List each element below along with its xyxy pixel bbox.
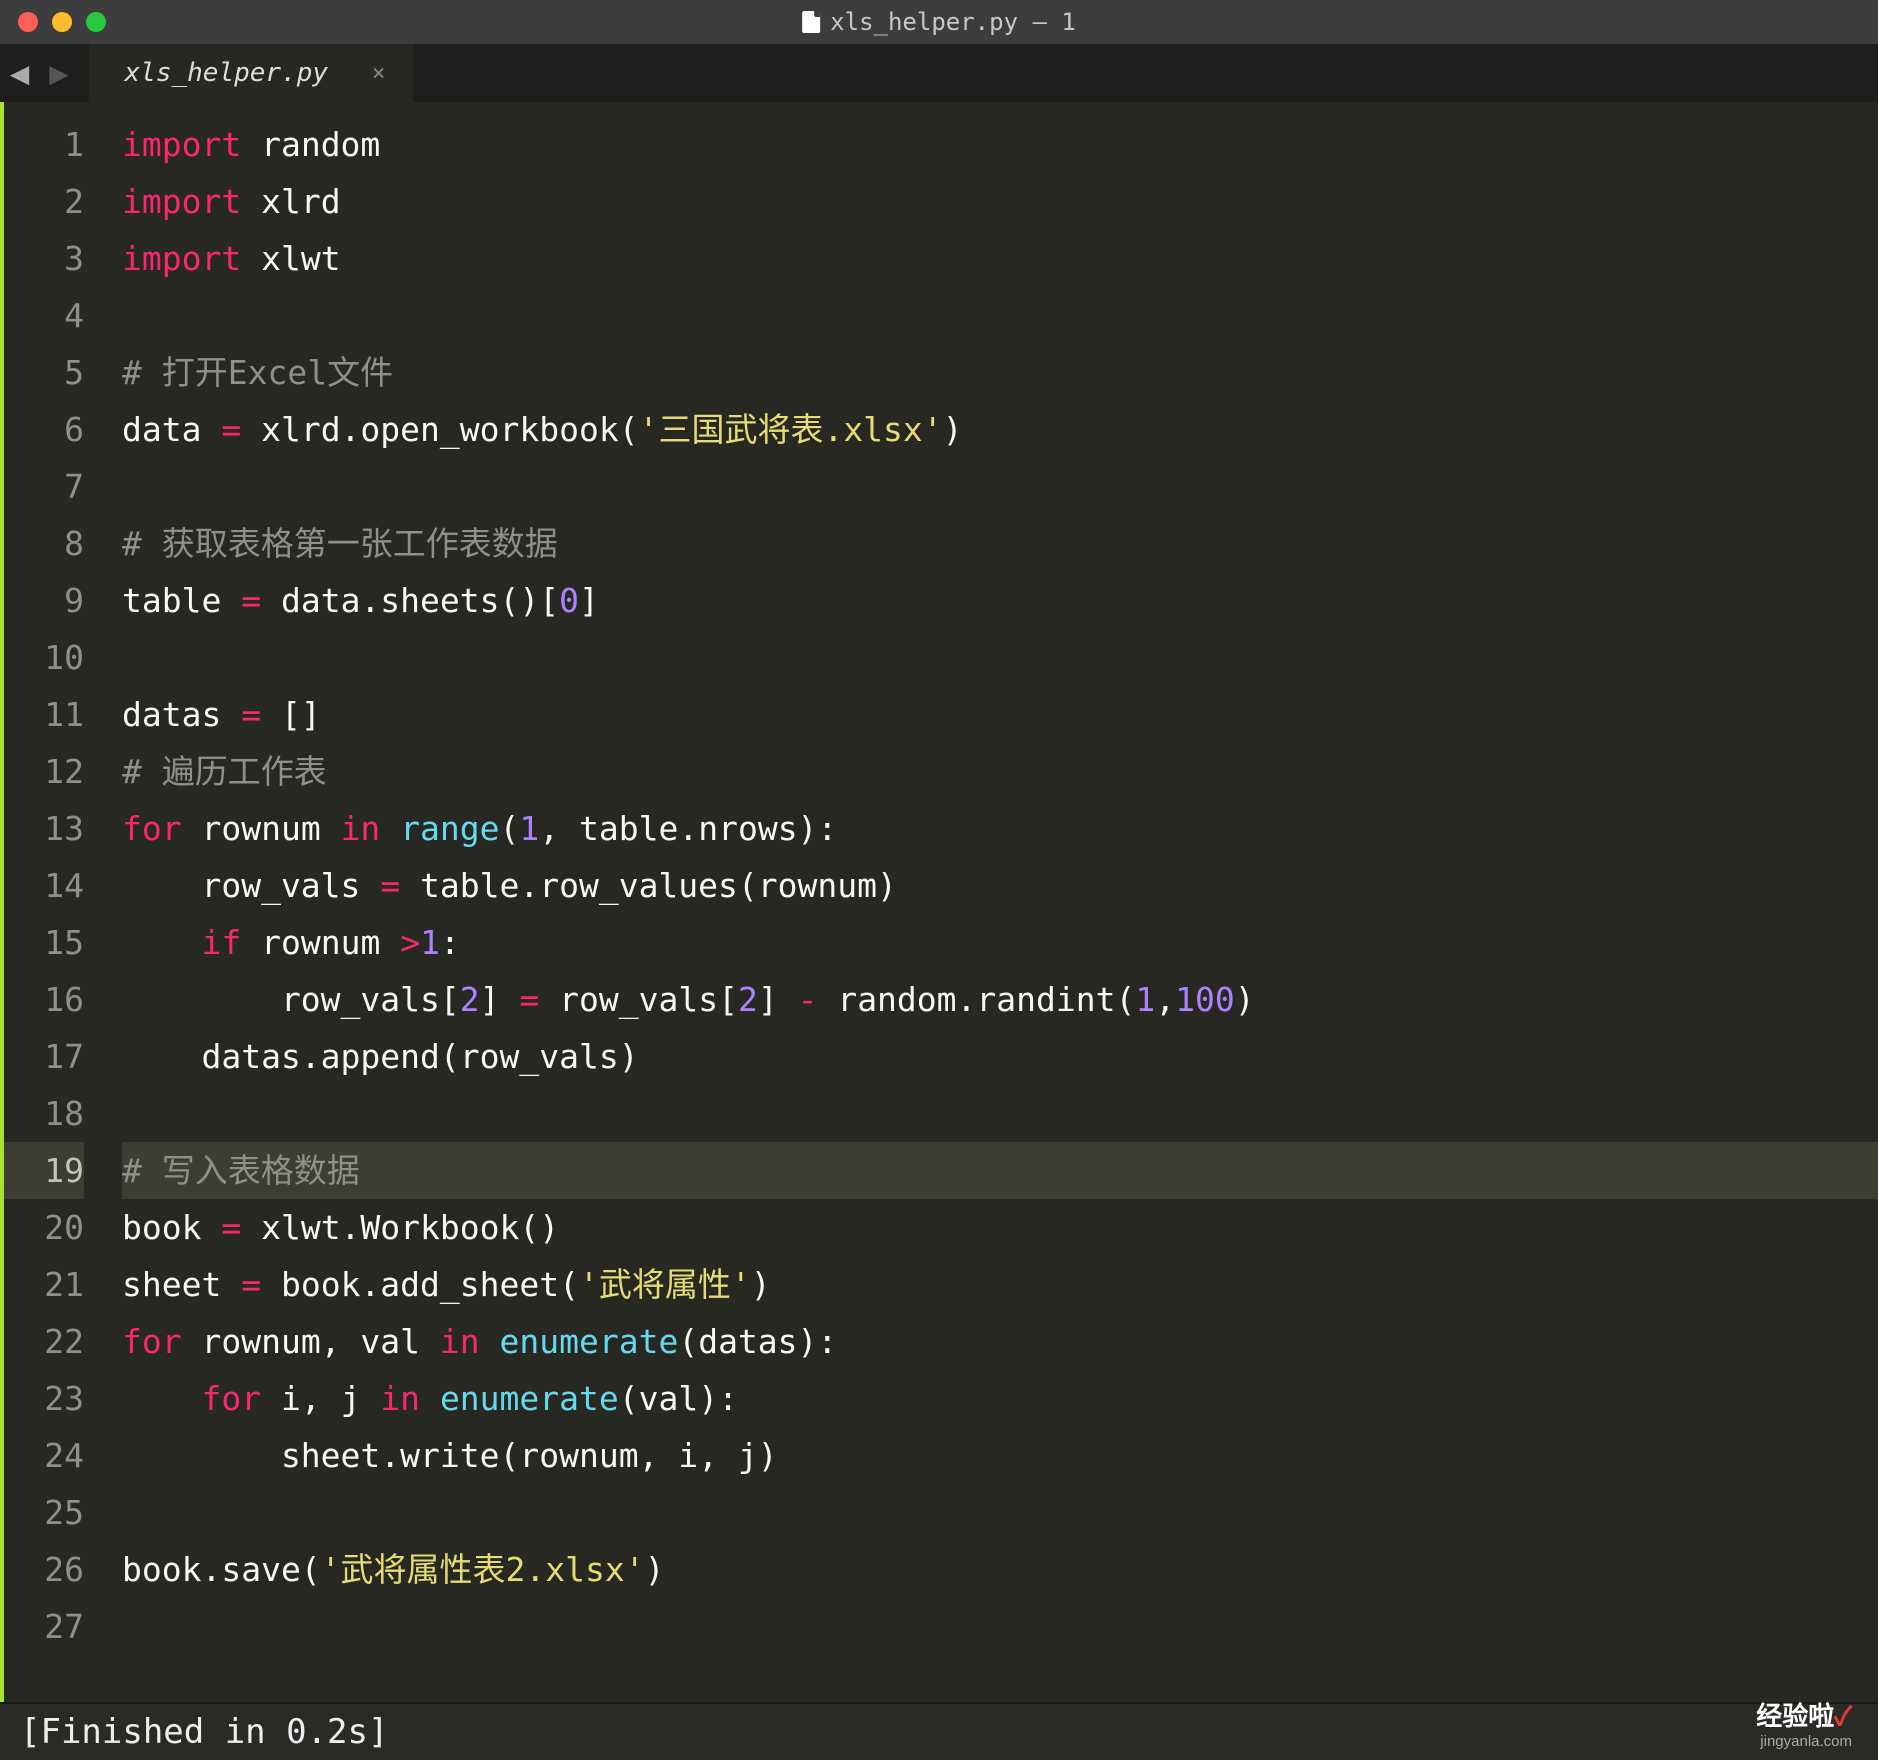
minimize-window-button[interactable] — [52, 12, 72, 32]
tab-bar: ◀ ▶ xls_helper.py × — [0, 44, 1878, 102]
close-window-button[interactable] — [18, 12, 38, 32]
watermark: 经验啦✓ jingyanla.com — [1756, 1696, 1852, 1750]
watermark-check-icon: ✓ — [1834, 1701, 1852, 1731]
traffic-lights — [0, 12, 106, 32]
watermark-url: jingyanla.com — [1756, 1733, 1852, 1750]
watermark-cn: 经验啦 — [1756, 1701, 1834, 1731]
title-bar: xls_helper.py — 1 — [0, 0, 1878, 44]
fullscreen-window-button[interactable] — [86, 12, 106, 32]
tab-file-label: xls_helper.py — [125, 58, 329, 88]
window-title-text: xls_helper.py — 1 — [830, 8, 1076, 36]
line-number-gutter: 1234567891011121314151617181920212223242… — [0, 102, 104, 1702]
tab-file[interactable]: xls_helper.py × — [89, 44, 414, 102]
watermark-logo: 经验啦✓ — [1756, 1696, 1852, 1733]
build-output-panel: [Finished in 0.2s] — [0, 1702, 1878, 1760]
code-editor[interactable]: 1234567891011121314151617181920212223242… — [0, 102, 1878, 1702]
tab-close-button[interactable]: × — [372, 61, 385, 86]
code-content[interactable]: import randomimport xlrdimport xlwt# 打开E… — [104, 102, 1878, 1702]
window-title: xls_helper.py — 1 — [802, 8, 1076, 36]
nav-forward-button[interactable]: ▶ — [39, 54, 78, 92]
file-icon — [802, 11, 820, 33]
nav-back-button[interactable]: ◀ — [0, 54, 39, 92]
build-output-text: [Finished in 0.2s] — [20, 1712, 388, 1752]
